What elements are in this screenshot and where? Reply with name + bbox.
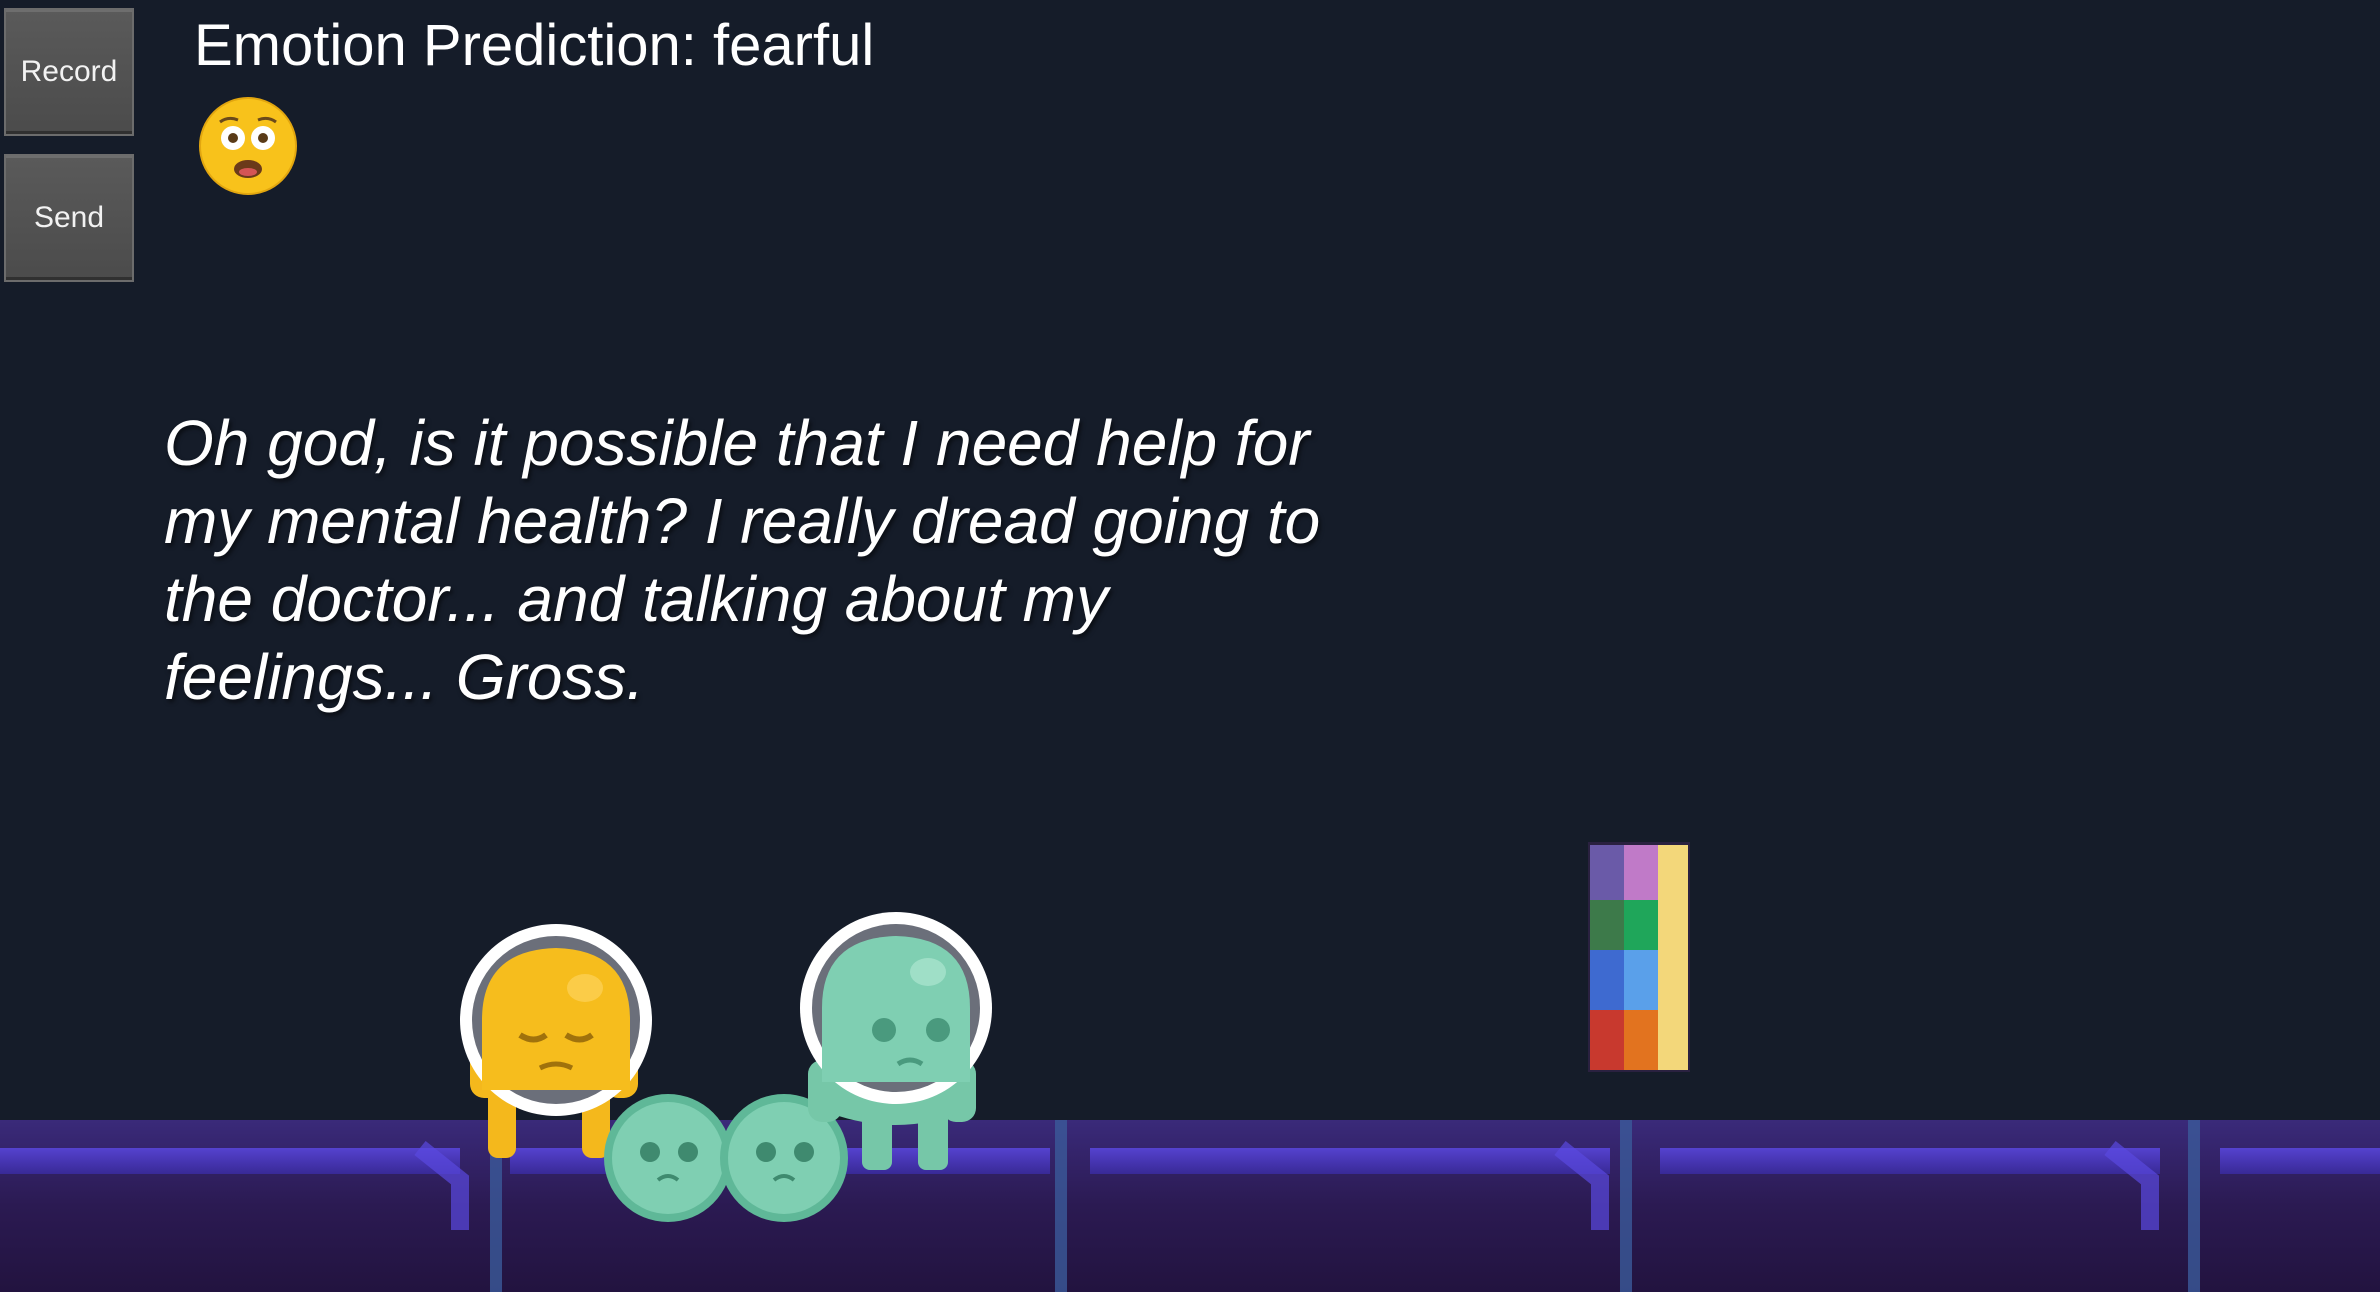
yellow-character (460, 924, 652, 1158)
fearful-face-icon (198, 96, 298, 196)
teal-character (800, 912, 992, 1170)
record-button-label: Record (20, 55, 118, 88)
emotion-prediction-text: Emotion Prediction: fearful (194, 13, 875, 78)
send-button-label: Send (33, 201, 105, 234)
teal-ball-right (720, 1094, 848, 1222)
send-button[interactable]: Send (4, 154, 134, 282)
teal-ball-left (604, 1094, 732, 1222)
pixel-block (1588, 842, 1690, 1072)
floor (0, 1120, 2380, 1292)
record-button[interactable]: Record (4, 8, 134, 136)
dialogue-text: Oh god, is it possible that I need help … (164, 407, 1321, 713)
